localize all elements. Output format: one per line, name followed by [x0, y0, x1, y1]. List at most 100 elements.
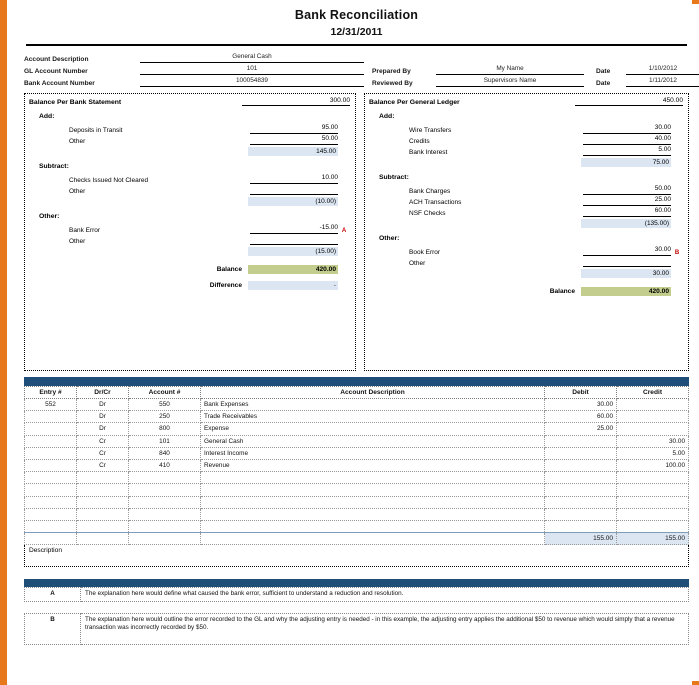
reviewed-by-value[interactable]: Supervisors Name [436, 75, 584, 87]
cell-entry[interactable] [24, 507, 77, 521]
cell-credit[interactable] [616, 495, 689, 509]
reviewed-date-value[interactable]: 1/11/2012 [626, 75, 699, 87]
cell-description[interactable]: Revenue [200, 458, 545, 473]
table-row[interactable] [24, 519, 689, 534]
cell-entry[interactable] [24, 471, 77, 485]
ledger-other-other-value[interactable] [583, 266, 671, 267]
cell-account[interactable]: 800 [128, 422, 201, 436]
cell-credit[interactable] [616, 422, 689, 436]
cell-credit[interactable]: 5.00 [616, 446, 689, 460]
cell-description[interactable] [200, 507, 545, 521]
table-row[interactable]: Cr 101 General Cash 30.00 [24, 434, 689, 448]
account-description-value[interactable]: General Cash [140, 51, 364, 63]
table-row[interactable] [24, 471, 689, 485]
cell-entry[interactable] [24, 495, 77, 509]
cell-description[interactable] [200, 495, 545, 509]
cell-description[interactable] [200, 471, 545, 485]
cell-entry[interactable] [24, 519, 77, 534]
cell-entry[interactable] [24, 422, 77, 436]
cell-debit[interactable] [544, 483, 617, 497]
bank-subtract-other-value[interactable] [250, 194, 338, 195]
cell-account[interactable] [128, 519, 201, 534]
cell-drcr[interactable]: Cr [76, 458, 129, 473]
bank-panel-heading-value[interactable]: 300.00 [242, 97, 350, 106]
cell-credit[interactable] [616, 397, 689, 412]
cell-debit[interactable] [544, 495, 617, 509]
cell-account[interactable]: 250 [128, 410, 201, 424]
ledger-nsf-checks-value[interactable]: 60.00 [583, 206, 671, 217]
cell-drcr[interactable] [76, 507, 129, 521]
bank-add-other-value[interactable]: 50.00 [250, 134, 338, 145]
cell-drcr[interactable]: Cr [76, 446, 129, 460]
ledger-credits-value[interactable]: 40.00 [583, 134, 671, 145]
cell-drcr[interactable] [76, 519, 129, 534]
cell-description[interactable] [200, 483, 545, 497]
cell-description[interactable]: Expense [200, 422, 545, 436]
cell-debit[interactable] [544, 434, 617, 448]
cell-entry[interactable] [24, 483, 77, 497]
cell-account[interactable] [128, 495, 201, 509]
cell-account[interactable]: 550 [128, 397, 201, 412]
cell-entry[interactable]: 552 [24, 397, 77, 412]
cell-drcr[interactable]: Dr [76, 422, 129, 436]
ledger-ach-transactions-value[interactable]: 25.00 [583, 195, 671, 206]
table-row[interactable]: Dr 250 Trade Receivables 60.00 [24, 410, 689, 424]
cell-drcr[interactable]: Dr [76, 397, 129, 412]
bank-checks-not-cleared-value[interactable]: 10.00 [250, 173, 338, 184]
cell-debit[interactable] [544, 446, 617, 460]
cell-entry[interactable] [24, 434, 77, 448]
table-row[interactable] [24, 507, 689, 521]
bank-error-value[interactable]: -15.00 [250, 223, 338, 234]
cell-account[interactable] [128, 507, 201, 521]
table-row[interactable]: 552 Dr 550 Bank Expenses 30.00 [24, 397, 689, 412]
cell-credit[interactable]: 30.00 [616, 434, 689, 448]
cell-description[interactable]: General Cash [200, 434, 545, 448]
cell-account[interactable]: 840 [128, 446, 201, 460]
cell-debit[interactable] [544, 519, 617, 534]
cell-description[interactable]: Trade Receivables [200, 410, 545, 424]
cell-entry[interactable] [24, 458, 77, 473]
ledger-panel-heading-value[interactable]: 450.00 [575, 97, 683, 106]
cell-description[interactable]: Interest Income [200, 446, 545, 460]
cell-credit[interactable] [616, 519, 689, 534]
cell-account[interactable] [128, 471, 201, 485]
cell-drcr[interactable] [76, 483, 129, 497]
gl-account-number-value[interactable]: 101 [140, 63, 364, 75]
cell-drcr[interactable]: Cr [76, 434, 129, 448]
journal-description-box[interactable]: Description [24, 545, 689, 568]
cell-description[interactable] [200, 519, 545, 534]
table-row[interactable]: Cr 410 Revenue 100.00 [24, 458, 689, 473]
table-row[interactable]: Cr 840 Interest Income 5.00 [24, 446, 689, 460]
cell-debit[interactable] [544, 507, 617, 521]
bank-other-other-value[interactable] [250, 244, 338, 245]
cell-drcr[interactable] [76, 495, 129, 509]
cell-drcr[interactable]: Dr [76, 410, 129, 424]
cell-debit[interactable]: 60.00 [544, 410, 617, 424]
cell-credit[interactable] [616, 410, 689, 424]
cell-debit[interactable] [544, 471, 617, 485]
cell-entry[interactable] [24, 446, 77, 460]
cell-debit[interactable]: 25.00 [544, 422, 617, 436]
prepared-date-value[interactable]: 1/10/2012 [626, 63, 699, 75]
cell-account[interactable]: 101 [128, 434, 201, 448]
cell-drcr[interactable] [76, 471, 129, 485]
cell-credit[interactable] [616, 507, 689, 521]
ledger-wire-transfers-value[interactable]: 30.00 [583, 123, 671, 134]
prepared-by-value[interactable]: My Name [436, 63, 584, 75]
ledger-book-error-value[interactable]: 30.00 [583, 245, 671, 256]
ledger-bank-interest-value[interactable]: 5.00 [583, 145, 671, 156]
cell-description[interactable]: Bank Expenses [200, 397, 545, 412]
table-row[interactable] [24, 495, 689, 509]
cell-entry[interactable] [24, 410, 77, 424]
cell-credit[interactable] [616, 483, 689, 497]
cell-account[interactable]: 410 [128, 458, 201, 473]
cell-account[interactable] [128, 483, 201, 497]
table-row[interactable] [24, 483, 689, 497]
ledger-bank-charges-value[interactable]: 50.00 [583, 184, 671, 195]
bank-account-number-value[interactable]: 100054839 [140, 75, 364, 87]
table-row[interactable]: Dr 800 Expense 25.00 [24, 422, 689, 436]
cell-debit[interactable]: 30.00 [544, 397, 617, 412]
cell-debit[interactable] [544, 458, 617, 473]
cell-credit[interactable]: 100.00 [616, 458, 689, 473]
cell-credit[interactable] [616, 471, 689, 485]
